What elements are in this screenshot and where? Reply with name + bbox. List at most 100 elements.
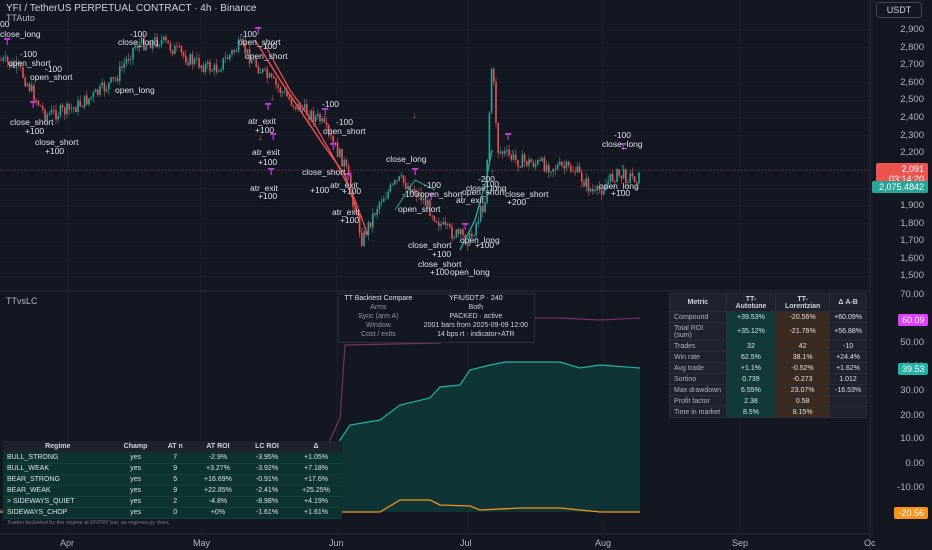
candle-body <box>28 83 31 92</box>
candle-body <box>567 161 570 166</box>
candle-body <box>592 188 594 192</box>
price-tick-label: 1,800 <box>900 217 924 229</box>
signal-label: +100 <box>430 267 450 277</box>
candle-body <box>127 58 130 61</box>
candle-body <box>391 183 394 185</box>
candle-body <box>532 162 535 167</box>
signal-label: -100 <box>260 41 278 51</box>
candle-body <box>189 54 191 65</box>
price-tick-label: 2,900 <box>900 24 924 35</box>
candle-body <box>374 213 376 215</box>
candle-body <box>198 57 200 68</box>
secondary-price-tag: 2,075.4842 <box>872 181 928 193</box>
symbol-title[interactable]: YFI / TetherUS PERPETUAL CONTRACT · 4h ·… <box>6 3 256 14</box>
candle-body <box>235 50 238 52</box>
series-a-tag: 60.09 <box>898 314 928 326</box>
candle-body <box>83 95 86 108</box>
candle-body <box>433 216 436 222</box>
candle-body <box>86 95 88 105</box>
candle-body <box>376 209 378 215</box>
signal-label: -100 <box>402 189 420 199</box>
candle-body <box>125 58 128 64</box>
candle-body <box>33 85 35 101</box>
compare-row: Arms Both <box>370 304 484 311</box>
candle-body <box>264 68 266 70</box>
candle-body <box>68 103 70 110</box>
current-price: 2,091 <box>901 164 924 174</box>
metrics-row: Time in market 8.5% 8.15% <box>669 406 867 418</box>
regime-row: BEAR_STRONG yes 5 +16.69% -0.91% +17.6% <box>3 474 342 486</box>
indicator-label-bottom[interactable]: TTvsLC <box>6 296 38 306</box>
price-tick-label: 2,800 <box>900 41 924 53</box>
metrics-header: TT-Autotune <box>725 293 777 312</box>
time-tick-label: Jun <box>329 538 344 548</box>
signal-label: close_long <box>0 29 41 39</box>
candle-body <box>343 159 345 167</box>
indicator-label-top[interactable]: TTAuto <box>6 13 35 23</box>
metrics-row: Total ROI (sum) +35.12% -21.76% +56.88% <box>669 322 867 341</box>
candle-body <box>77 100 79 113</box>
candle-body <box>528 159 530 166</box>
candle-body <box>583 181 585 187</box>
candle-body <box>79 100 81 107</box>
signal-marker: ₸ <box>30 100 37 111</box>
price-tick-label: 1,500 <box>900 270 924 282</box>
price-tick-label: 1,900 <box>900 200 924 211</box>
candle-body <box>321 118 323 122</box>
candle-body <box>200 65 202 68</box>
signal-marker: ↑ <box>620 162 625 172</box>
candle-body <box>202 65 205 72</box>
candle-body <box>380 201 383 203</box>
signal-label: +100 <box>45 146 65 156</box>
metrics-header: Δ A-B <box>829 293 867 312</box>
candle-body <box>402 175 405 183</box>
candle-body <box>110 77 112 83</box>
candle-body <box>594 189 596 192</box>
candle-body <box>103 82 106 92</box>
candle-body <box>119 66 121 82</box>
candle-body <box>581 172 583 182</box>
candle-body <box>504 151 506 154</box>
candle-body <box>490 68 493 114</box>
candle-body <box>444 221 447 226</box>
candle-body <box>268 73 271 78</box>
regime-row: BULL_WEAK yes 9 +3.27% -3.92% +7.18% <box>3 463 342 475</box>
regime-row: SIDEWAYS_CHOP yes 0 +0% -1.61% +1.61% <box>3 507 342 519</box>
candle-body <box>545 164 548 172</box>
candle-body <box>123 63 125 68</box>
candle-body <box>284 91 286 93</box>
candle-body <box>523 154 526 162</box>
candle-body <box>556 164 559 170</box>
candle-body <box>90 97 92 99</box>
candle-body <box>519 166 521 168</box>
osc-tick-label: 20.00 <box>900 410 924 421</box>
price-tick-label: 2,500 <box>900 94 924 106</box>
signal-label: +100 <box>475 240 495 250</box>
candle-body <box>290 99 293 106</box>
price-tick-label: 2,700 <box>900 59 924 71</box>
candle-body <box>171 50 174 55</box>
candle-body <box>517 159 519 167</box>
candle-body <box>262 68 264 73</box>
candle-body <box>92 92 95 98</box>
candle-body <box>101 82 103 86</box>
signal-label: +100 <box>255 125 275 135</box>
price-tick-label: 2,600 <box>900 76 924 88</box>
candle-body <box>589 188 592 192</box>
candle-body <box>2 58 4 61</box>
candle-body <box>565 161 568 169</box>
compare-title: TT Backtest Compare <box>344 295 413 302</box>
signal-marker: ₸ <box>268 167 275 178</box>
candle-body <box>229 54 231 59</box>
price-tick-label: 1,700 <box>900 235 924 247</box>
candle-body <box>218 71 220 73</box>
metrics-row: Sortino 0.739 -0.273 1.012 <box>669 373 867 385</box>
regime-header: Regime <box>3 441 113 452</box>
candle-body <box>319 114 321 122</box>
candle-body <box>281 92 284 93</box>
currency-selector[interactable]: USDT <box>876 2 922 18</box>
candle-body <box>174 45 176 55</box>
candle-body <box>440 223 442 227</box>
metrics-row: Max drawdown 6.55% 23.07% -16.53% <box>669 384 867 396</box>
signal-marker: ↓ <box>412 110 417 120</box>
